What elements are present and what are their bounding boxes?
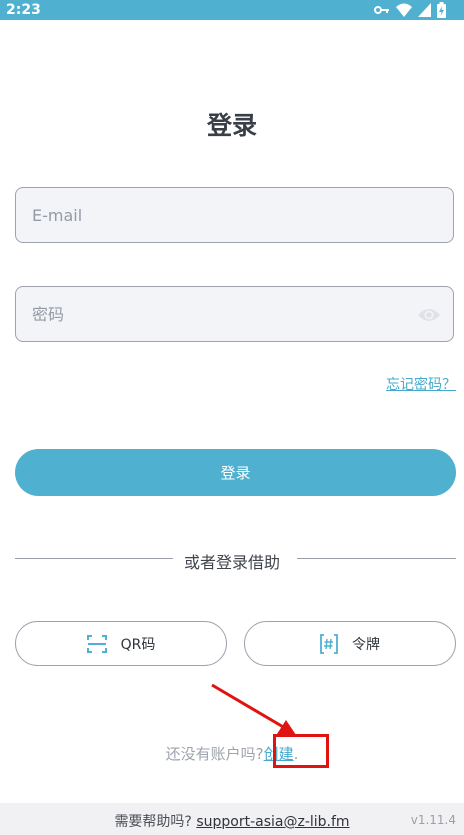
- token-login-label: 令牌: [352, 636, 380, 653]
- key-icon: [374, 6, 389, 14]
- hash-token-icon: [320, 633, 338, 654]
- page-title: 登录: [206, 111, 257, 140]
- token-login-button[interactable]: 令牌: [244, 621, 456, 666]
- status-icons: [374, 2, 446, 18]
- signal-icon: [418, 3, 431, 17]
- battery-icon: [437, 2, 446, 18]
- footer: 需要帮助吗? support-asia@z-lib.fm v1.11.4: [0, 803, 464, 835]
- signup-prompt: 还没有账户吗?创建.: [0, 743, 464, 764]
- help-line: 需要帮助吗? support-asia@z-lib.fm: [0, 811, 464, 831]
- app-version: v1.11.4: [410, 813, 456, 827]
- eye-icon[interactable]: [417, 305, 441, 325]
- alt-login-divider-text: 或者登录借助: [183, 553, 280, 572]
- qr-scan-icon: [86, 634, 107, 653]
- support-email-link[interactable]: support-asia@z-lib.fm: [196, 814, 349, 830]
- password-field-container[interactable]: [15, 286, 454, 342]
- help-text: 需要帮助吗?: [114, 814, 192, 830]
- login-button[interactable]: 登录: [15, 449, 456, 496]
- qr-login-label: QR码: [120, 636, 156, 653]
- status-time: 2:23: [6, 2, 41, 18]
- forgot-password-link[interactable]: 忘记密码？: [386, 374, 456, 394]
- wifi-icon: [396, 3, 412, 17]
- annotation-highlight-box: [273, 734, 329, 768]
- status-bar: 2:23: [0, 0, 464, 20]
- signup-prompt-text: 还没有账户吗?: [165, 745, 264, 763]
- password-field[interactable]: [16, 287, 453, 341]
- email-field-container[interactable]: [15, 187, 454, 243]
- email-field[interactable]: [16, 188, 453, 242]
- qr-login-button[interactable]: QR码: [15, 621, 227, 666]
